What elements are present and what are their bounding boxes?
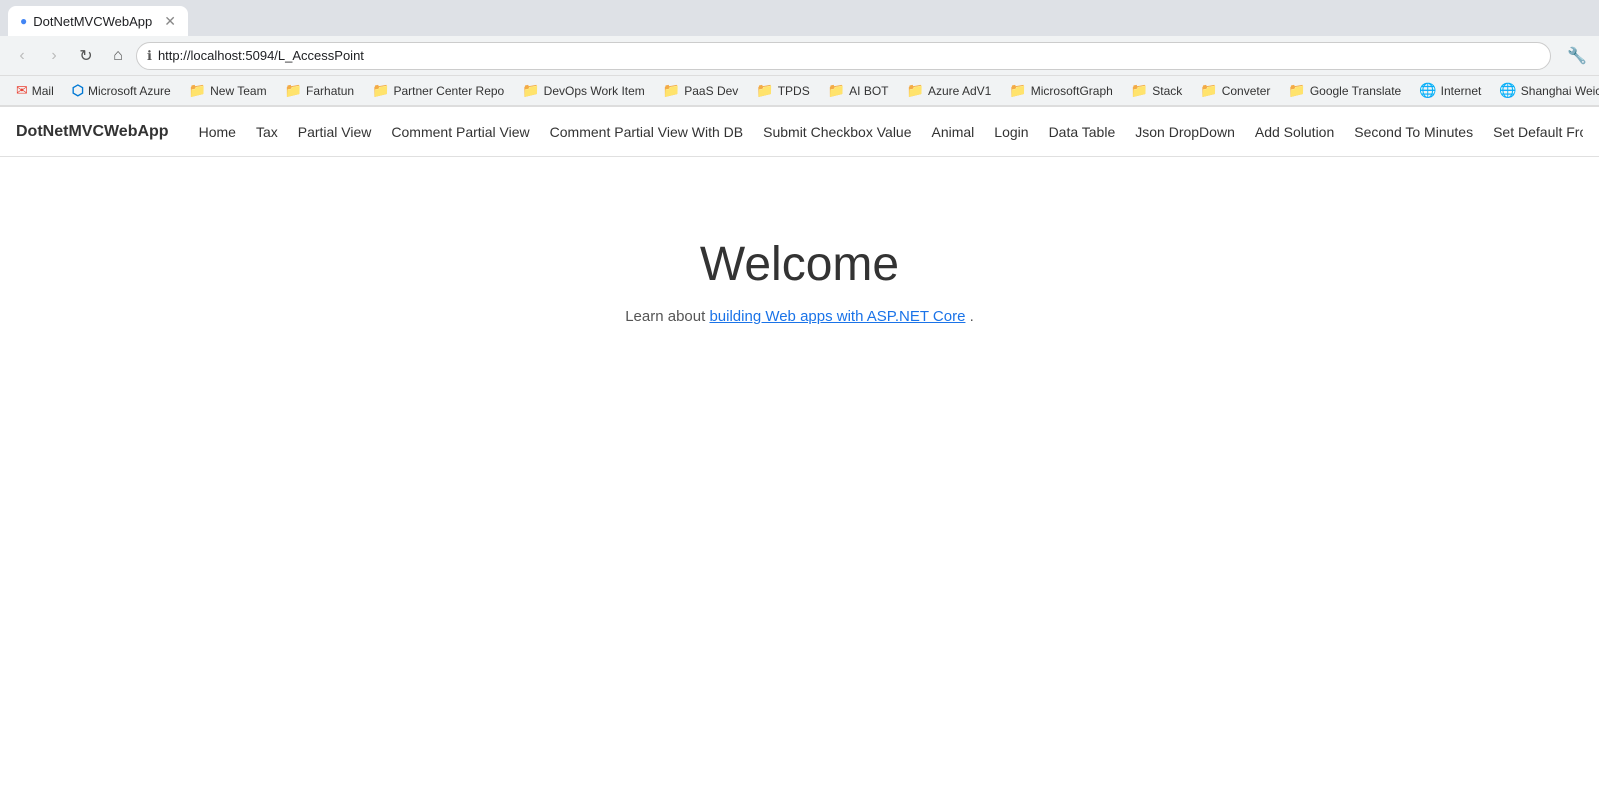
bookmark-label: Mail (32, 84, 54, 98)
welcome-text-prefix: Learn about (625, 308, 709, 325)
nav-comment-partial-view[interactable]: Comment Partial View (381, 107, 539, 157)
tab-bar: ● DotNetMVCWebApp ✕ (0, 0, 1599, 36)
bookmark-label: MicrosoftGraph (1031, 84, 1113, 98)
bookmark-azure[interactable]: ⬡ Microsoft Azure (64, 79, 179, 102)
bookmark-azure-adv1[interactable]: 📁 Azure AdV1 (899, 79, 1000, 102)
bookmark-tpds[interactable]: 📁 TPDS (748, 79, 817, 102)
active-tab[interactable]: ● DotNetMVCWebApp ✕ (8, 6, 188, 36)
nav-home[interactable]: Home (189, 107, 246, 157)
tab-favicon: ● (20, 14, 27, 28)
globe-icon: 🌐 (1499, 82, 1516, 99)
nav-comment-partial-view-db[interactable]: Comment Partial View With DB (540, 107, 753, 157)
bookmark-internet[interactable]: 🌐 Internet (1411, 79, 1489, 102)
folder-icon: 📁 (1009, 82, 1026, 99)
bookmark-label: Shanghai Weich (1521, 84, 1599, 98)
folder-icon: 📁 (1200, 82, 1217, 99)
bookmark-label: Internet (1441, 84, 1482, 98)
main-content: Welcome Learn about building Web apps wi… (0, 157, 1599, 325)
tab-title: DotNetMVCWebApp (33, 14, 152, 29)
nav-tax[interactable]: Tax (246, 107, 288, 157)
folder-icon: 📁 (372, 82, 389, 99)
folder-icon: 📁 (285, 82, 302, 99)
bookmark-label: DevOps Work Item (544, 84, 645, 98)
welcome-text-suffix: . (970, 308, 974, 325)
bookmark-shanghai[interactable]: 🌐 Shanghai Weich (1491, 79, 1599, 102)
bookmark-label: Stack (1152, 84, 1182, 98)
bookmark-stack[interactable]: 📁 Stack (1123, 79, 1190, 102)
bookmark-label: Google Translate (1310, 84, 1401, 98)
bookmark-label: AI BOT (849, 84, 888, 98)
bookmark-conveter[interactable]: 📁 Conveter (1192, 79, 1278, 102)
nav-json-dropdown[interactable]: Json DropDown (1125, 107, 1245, 157)
bookmark-mail[interactable]: ✉ Mail (8, 79, 62, 102)
nav-add-solution[interactable]: Add Solution (1245, 107, 1344, 157)
bookmark-new-team[interactable]: 📁 New Team (181, 79, 275, 102)
bookmarks-bar: ✉ Mail ⬡ Microsoft Azure 📁 New Team 📁 Fa… (0, 76, 1599, 106)
bookmark-label: TPDS (778, 84, 810, 98)
folder-icon: 📁 (1131, 82, 1148, 99)
address-bar[interactable]: ℹ (136, 42, 1551, 70)
welcome-subtitle: Learn about building Web apps with ASP.N… (625, 308, 974, 325)
lock-icon: ℹ (147, 48, 152, 64)
nav-submit-checkbox[interactable]: Submit Checkbox Value (753, 107, 921, 157)
globe-icon: 🌐 (1419, 82, 1436, 99)
bookmark-label: Farhatun (306, 84, 354, 98)
welcome-title: Welcome (700, 237, 899, 292)
app-brand: DotNetMVCWebApp (16, 123, 169, 141)
folder-icon: 📁 (189, 82, 206, 99)
nav-partial-view[interactable]: Partial View (288, 107, 382, 157)
extensions-icon[interactable]: 🔧 (1563, 42, 1591, 70)
reload-button[interactable]: ↻ (72, 42, 100, 70)
folder-icon: 📁 (828, 82, 845, 99)
app-nav-links: Home Tax Partial View Comment Partial Vi… (189, 107, 1583, 157)
bookmark-msgraph[interactable]: 📁 MicrosoftGraph (1001, 79, 1120, 102)
folder-icon: 📁 (522, 82, 539, 99)
bookmark-ai-bot[interactable]: 📁 AI BOT (820, 79, 897, 102)
nav-data-table[interactable]: Data Table (1039, 107, 1126, 157)
browser-chrome: ● DotNetMVCWebApp ✕ ‹ › ↻ ⌂ ℹ 🔧 ✉ Mail ⬡… (0, 0, 1599, 107)
tab-close-icon[interactable]: ✕ (164, 13, 176, 30)
nav-bar: ‹ › ↻ ⌂ ℹ 🔧 (0, 36, 1599, 76)
app-navbar: DotNetMVCWebApp Home Tax Partial View Co… (0, 107, 1599, 157)
forward-button[interactable]: › (40, 42, 68, 70)
bookmark-label: Azure AdV1 (928, 84, 991, 98)
home-button[interactable]: ⌂ (104, 42, 132, 70)
back-button[interactable]: ‹ (8, 42, 36, 70)
url-input[interactable] (158, 48, 1540, 63)
bookmark-label: Conveter (1222, 84, 1271, 98)
bookmark-paas-dev[interactable]: 📁 PaaS Dev (655, 79, 746, 102)
folder-icon: 📁 (1288, 82, 1305, 99)
azure-icon: ⬡ (72, 82, 84, 99)
bookmark-label: Partner Center Repo (394, 84, 505, 98)
nav-login[interactable]: Login (984, 107, 1038, 157)
bookmark-label: Microsoft Azure (88, 84, 171, 98)
folder-icon: 📁 (907, 82, 924, 99)
bookmark-google-translate[interactable]: 📁 Google Translate (1280, 79, 1409, 102)
bookmark-partner-center[interactable]: 📁 Partner Center Repo (364, 79, 512, 102)
nav-animal[interactable]: Animal (922, 107, 985, 157)
folder-icon: 📁 (756, 82, 773, 99)
bookmark-farhatun[interactable]: 📁 Farhatun (277, 79, 362, 102)
nav-set-default-enum[interactable]: Set Default From Enum (1483, 107, 1583, 157)
extensions-area: 🔧 (1563, 42, 1591, 70)
folder-icon: 📁 (663, 82, 680, 99)
mail-icon: ✉ (16, 82, 28, 99)
bookmark-devops[interactable]: 📁 DevOps Work Item (514, 79, 653, 102)
bookmark-label: New Team (210, 84, 266, 98)
nav-second-to-minutes[interactable]: Second To Minutes (1344, 107, 1483, 157)
welcome-link[interactable]: building Web apps with ASP.NET Core (709, 308, 965, 325)
bookmark-label: PaaS Dev (684, 84, 738, 98)
